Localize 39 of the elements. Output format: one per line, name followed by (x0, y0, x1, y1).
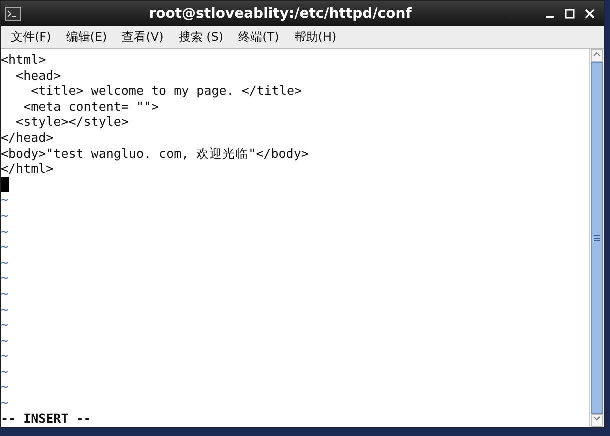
code-line: <style></style> (15, 114, 130, 130)
code-line: </html> (1, 161, 55, 177)
empty-line-marker: ~ (1, 270, 9, 286)
empty-line-marker: ~ (1, 332, 9, 348)
scroll-up-icon[interactable] (591, 49, 603, 62)
empty-line-marker: ~ (1, 302, 9, 316)
close-icon[interactable] (585, 8, 595, 18)
menu-item[interactable]: 文件(F) (5, 28, 60, 46)
empty-line-marker: ~ (1, 239, 9, 254)
empty-line-marker: ~ (1, 379, 9, 394)
window-title: root@stloveablity:/etc/httpd/conf (148, 6, 413, 22)
maximize-icon[interactable] (565, 8, 575, 18)
code-line: <title> welcome to my page. </title> (30, 83, 304, 99)
empty-line-marker: ~ (1, 364, 9, 379)
menu-item[interactable]: 查看(V) (116, 28, 173, 46)
code-line: </head> (1, 130, 55, 146)
empty-line-marker: ~ (1, 317, 9, 332)
empty-line-marker: ~ (1, 395, 9, 410)
empty-line-marker: ~ (1, 254, 9, 270)
scroll-down-icon[interactable] (591, 414, 603, 427)
empty-line-marker: ~ (1, 192, 9, 208)
scrollbar[interactable] (589, 49, 604, 427)
scrollbar-thumb[interactable] (591, 62, 603, 414)
empty-line-marker: ~ (1, 348, 9, 364)
empty-line-marker: ~ (1, 224, 9, 239)
code-line: <head> (15, 68, 62, 84)
code-line: <body>"test wangluo. com, 欢迎光临"</body> (1, 146, 310, 162)
menu-item[interactable]: 搜索 (S) (172, 28, 233, 46)
menu-item[interactable]: 编辑(E) (60, 28, 116, 46)
empty-line-marker: ~ (1, 286, 9, 301)
empty-line-marker: ~ (1, 208, 9, 223)
menu-item[interactable]: 终端(T) (232, 28, 288, 46)
grip-icon (594, 234, 600, 242)
mode-status: -- INSERT -- (1, 410, 92, 426)
text-cursor (1, 176, 9, 192)
terminal-icon (5, 6, 21, 20)
code-line: <meta content= ""> (22, 98, 160, 114)
code-line: <html> (1, 52, 48, 68)
menu-item[interactable]: 帮助(H) (288, 28, 346, 46)
